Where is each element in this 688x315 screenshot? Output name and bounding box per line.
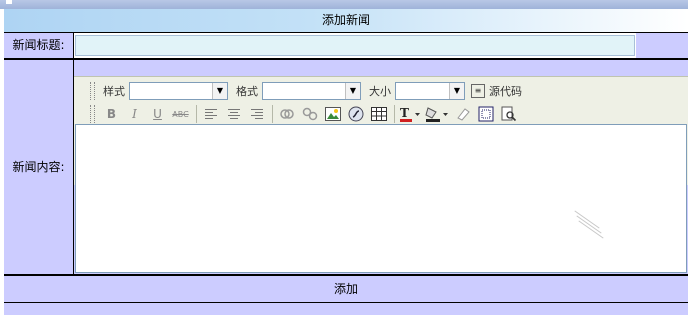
svg-text:T: T — [400, 106, 409, 120]
divider — [4, 32, 688, 33]
format-select[interactable]: ▼ — [262, 82, 361, 100]
style-label: 样式 — [103, 85, 125, 98]
insert-image-icon[interactable] — [322, 104, 343, 124]
form-header: 添加新闻 — [4, 9, 688, 33]
underline-icon[interactable]: U — [147, 104, 168, 124]
toolbar-separator — [196, 105, 197, 123]
rich-text-editor: 样式 ▼ 格式 ▼ 大小 ▼ ≡ 源代码 B I U ABC T — [74, 60, 688, 274]
align-right-icon[interactable] — [246, 104, 267, 124]
title-input[interactable] — [75, 35, 635, 56]
toolbar-grip[interactable] — [90, 105, 95, 123]
toolbar-separator — [394, 105, 395, 123]
align-left-icon[interactable] — [200, 104, 221, 124]
content-label: 新闻内容: — [4, 60, 74, 274]
title-label: 新闻标题: — [4, 33, 74, 58]
size-select[interactable]: ▼ — [395, 82, 465, 100]
chevron-down-icon[interactable]: ▼ — [212, 83, 227, 99]
strikethrough-icon[interactable]: ABC — [170, 104, 191, 124]
source-code-label: 源代码 — [489, 85, 522, 98]
show-borders-icon[interactable] — [475, 104, 496, 124]
bold-icon[interactable]: B — [101, 104, 122, 124]
preview-icon[interactable] — [498, 104, 519, 124]
source-code-icon: ≡ — [471, 84, 485, 98]
bottom-strip — [4, 303, 688, 315]
submit-button[interactable]: 添加 — [4, 276, 688, 303]
toolbar-row-2: B I U ABC T — [90, 103, 521, 125]
watermark-lines — [572, 210, 606, 239]
format-label: 格式 — [236, 85, 258, 98]
unlink-icon[interactable] — [299, 104, 320, 124]
editor-top-band — [74, 60, 688, 76]
source-code-button[interactable]: ≡ 源代码 — [471, 83, 522, 99]
size-label: 大小 — [369, 85, 391, 98]
italic-icon[interactable]: I — [124, 104, 145, 124]
form-title: 添加新闻 — [321, 13, 370, 27]
window-grip — [6, 0, 12, 4]
chevron-down-icon[interactable]: ▼ — [449, 83, 464, 99]
toolbar-grip[interactable] — [90, 82, 95, 100]
toolbar-separator — [272, 105, 273, 123]
content-editor-area[interactable] — [75, 124, 687, 273]
background-color-icon[interactable] — [424, 104, 450, 124]
align-center-icon[interactable] — [223, 104, 244, 124]
link-icon[interactable] — [276, 104, 297, 124]
window-top-strip — [0, 0, 688, 9]
toolbar-row-1: 样式 ▼ 格式 ▼ 大小 ▼ ≡ 源代码 — [90, 80, 522, 102]
insert-flash-icon[interactable] — [345, 104, 366, 124]
text-color-icon[interactable]: T — [398, 104, 422, 124]
insert-table-icon[interactable] — [368, 104, 389, 124]
title-row-filler — [636, 33, 688, 58]
eraser-icon[interactable] — [452, 104, 473, 124]
style-select[interactable]: ▼ — [129, 82, 228, 100]
chevron-down-icon[interactable]: ▼ — [345, 83, 360, 99]
